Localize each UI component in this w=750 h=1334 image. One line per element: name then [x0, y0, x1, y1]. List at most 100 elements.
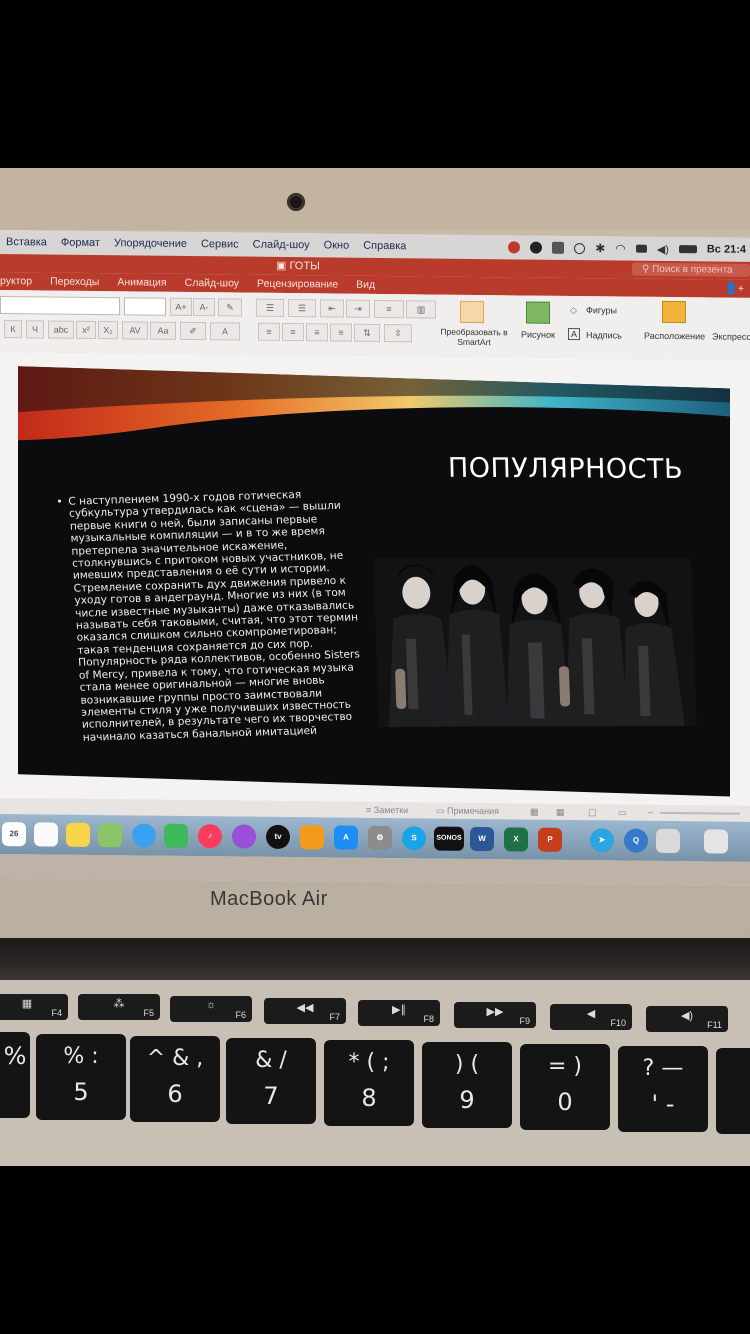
- telegram-icon[interactable]: ➤: [590, 828, 614, 853]
- menu-format[interactable]: Формат: [61, 237, 100, 249]
- excel-icon[interactable]: X: [504, 827, 528, 852]
- decrease-indent-button[interactable]: ⇤: [320, 299, 344, 318]
- key-8[interactable]: * ( ; 8: [324, 1040, 414, 1126]
- music-icon[interactable]: ♪: [198, 824, 222, 849]
- tab-slideshow[interactable]: Слайд-шоу: [185, 277, 239, 290]
- f10-key[interactable]: ◀ F10: [550, 1004, 632, 1030]
- font-name-select[interactable]: [0, 296, 120, 316]
- quick-styles-label[interactable]: Экспресс: [712, 331, 750, 341]
- slide-sorter-icon[interactable]: ▦: [556, 807, 565, 818]
- zoom-out-icon[interactable]: −: [648, 808, 653, 818]
- justify-button[interactable]: ≡: [330, 323, 352, 342]
- bullets-button[interactable]: ☰: [256, 298, 284, 317]
- align-left-button[interactable]: ≡: [258, 322, 280, 341]
- f6-key[interactable]: ☼ F6: [170, 996, 252, 1022]
- apple-tv-icon[interactable]: tv: [266, 824, 290, 850]
- shapes-label[interactable]: Фигуры: [586, 305, 617, 315]
- record-icon[interactable]: [508, 241, 521, 254]
- f11-key[interactable]: ◀) F11: [646, 1006, 728, 1032]
- underline-button[interactable]: Ч: [26, 320, 44, 339]
- slideshow-view-icon[interactable]: ▭: [618, 807, 627, 818]
- menu-slideshow[interactable]: Слайд-шоу: [253, 239, 310, 252]
- menu-tools[interactable]: Сервис: [201, 238, 239, 250]
- sonos-icon[interactable]: SONOS: [434, 826, 464, 851]
- font-size-select[interactable]: [124, 297, 166, 316]
- font-color-button[interactable]: A: [210, 322, 240, 341]
- share-icon[interactable]: 👤+: [725, 282, 744, 295]
- menu-window[interactable]: Окно: [324, 239, 350, 251]
- reading-view-icon[interactable]: ▢: [588, 807, 597, 818]
- airplay-icon[interactable]: [552, 241, 565, 254]
- key-9[interactable]: ) (9: [422, 1042, 512, 1128]
- arrange-label[interactable]: Расположение: [644, 331, 705, 342]
- slide[interactable]: ПОПУЛЯРНОСТЬ • С наступлением 1990-х год…: [18, 366, 730, 797]
- f7-key[interactable]: ◀◀ F7: [264, 998, 346, 1024]
- picture-label[interactable]: Рисунок: [521, 329, 555, 339]
- arrange-icon[interactable]: [662, 300, 686, 324]
- f4-key[interactable]: ▦ F4: [0, 994, 68, 1020]
- menu-arrange[interactable]: Упорядочение: [114, 237, 187, 250]
- menu-insert[interactable]: Вставка: [6, 236, 47, 248]
- reminders-icon[interactable]: [34, 822, 58, 847]
- maps-icon[interactable]: [98, 823, 122, 848]
- shapes-icon[interactable]: ◇: [570, 305, 577, 316]
- clear-format-button[interactable]: ✎: [218, 298, 242, 317]
- clock-icon[interactable]: [574, 242, 586, 254]
- display-icon[interactable]: [635, 244, 647, 253]
- key-5[interactable]: % :5: [36, 1034, 126, 1120]
- books-icon[interactable]: [300, 825, 324, 850]
- podcasts-icon[interactable]: [232, 824, 256, 849]
- bluetooth-icon[interactable]: ✱: [595, 241, 605, 255]
- app-store-icon[interactable]: A: [334, 825, 358, 850]
- comments-button[interactable]: ▭ Примечания: [436, 806, 499, 818]
- preview-icon[interactable]: [656, 828, 680, 854]
- key-minus[interactable]: ? — ' -: [618, 1046, 708, 1132]
- slide-body-text[interactable]: • С наступлением 1990-х годов готическая…: [56, 487, 373, 744]
- case-button[interactable]: Aa: [150, 321, 176, 340]
- key-7[interactable]: & /7: [226, 1038, 316, 1124]
- tab-review[interactable]: Рецензирование: [257, 278, 338, 291]
- key-equals[interactable]: [716, 1048, 750, 1134]
- skype-icon[interactable]: S: [402, 826, 426, 851]
- calendar-icon[interactable]: 26: [2, 822, 26, 847]
- superscript-button[interactable]: x²: [76, 320, 96, 340]
- shrink-font-button[interactable]: A-: [193, 298, 215, 317]
- textbox-label[interactable]: Надпись: [586, 330, 622, 340]
- search-field[interactable]: ⚲ Поиск в презента: [632, 262, 750, 277]
- columns-button[interactable]: ▥: [406, 300, 436, 319]
- grow-font-button[interactable]: A+: [170, 297, 192, 317]
- line-spacing-button[interactable]: ≡: [374, 299, 404, 319]
- italic-button[interactable]: К: [4, 320, 22, 339]
- text-direction-button[interactable]: ⇅: [354, 323, 380, 342]
- align-center-button[interactable]: ≡: [282, 322, 304, 342]
- band-photo[interactable]: [373, 557, 697, 728]
- menubar-clock[interactable]: Вс 21:4: [707, 243, 746, 255]
- key-0[interactable]: = ) 0: [520, 1044, 610, 1130]
- tab-view[interactable]: Вид: [356, 279, 375, 291]
- key-6[interactable]: ^ & ,6: [130, 1036, 220, 1122]
- notes-app-icon[interactable]: [66, 822, 90, 847]
- smartart-label[interactable]: Преобразовать в SmartArt: [440, 327, 508, 348]
- finder-window-icon[interactable]: [704, 829, 728, 854]
- facetime-icon[interactable]: [164, 823, 188, 848]
- textbox-icon[interactable]: A: [568, 327, 581, 341]
- align-right-button[interactable]: ≡: [306, 323, 328, 342]
- tab-design[interactable]: руктор: [0, 275, 32, 287]
- menu-help[interactable]: Справка: [363, 240, 406, 252]
- smartart-icon[interactable]: [460, 300, 484, 324]
- picture-icon[interactable]: [526, 301, 550, 324]
- tab-animations[interactable]: Анимация: [117, 276, 166, 289]
- quicktime-icon[interactable]: Q: [624, 828, 648, 853]
- slide-title[interactable]: ПОПУЛЯРНОСТЬ: [448, 453, 684, 485]
- battery-icon[interactable]: [678, 245, 697, 254]
- highlight-button[interactable]: ✐: [180, 321, 206, 341]
- f8-key[interactable]: ▶∥ F8: [358, 1000, 440, 1026]
- word-icon[interactable]: W: [470, 826, 494, 852]
- zoom-slider[interactable]: [660, 811, 740, 815]
- strikethrough-button[interactable]: abc: [48, 320, 74, 339]
- numbering-button[interactable]: ☰: [288, 299, 316, 318]
- subscript-button[interactable]: X₂: [98, 321, 118, 340]
- wifi-icon[interactable]: ◠: [615, 241, 625, 255]
- key-4[interactable]: %: [0, 1032, 30, 1118]
- increase-indent-button[interactable]: ⇥: [346, 299, 370, 318]
